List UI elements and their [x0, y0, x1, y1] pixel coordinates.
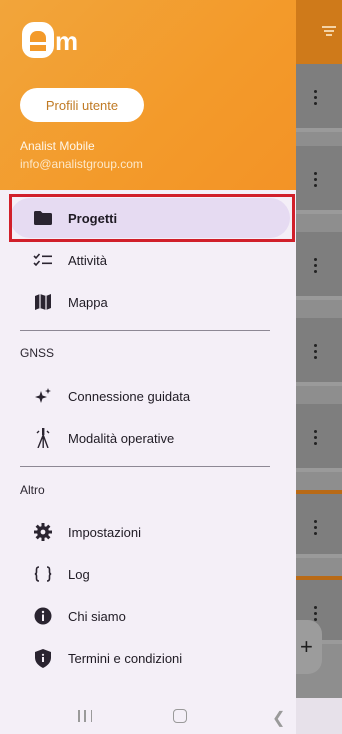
section-divider: [20, 330, 270, 331]
background-card: [296, 64, 342, 132]
more-vert-icon: [314, 520, 318, 536]
background-card: [296, 232, 342, 300]
more-vert-icon: [314, 606, 318, 622]
menu-item-label: Log: [68, 566, 90, 582]
more-vert-icon: [314, 430, 318, 446]
menu-item-label: Termini e condizioni: [68, 650, 183, 666]
menu-item-mappa[interactable]: Mappa: [10, 282, 290, 322]
background-card: [296, 404, 342, 472]
menu-item-connessione-guidata[interactable]: Connessione guidata: [10, 376, 290, 416]
menu-item-attivita[interactable]: Attività: [10, 240, 290, 280]
menu-item-label: Attività: [68, 252, 108, 268]
menu-item-chi-siamo[interactable]: Chi siamo: [10, 596, 290, 636]
checklist-icon: [32, 249, 54, 271]
menu-item-modalita-operative[interactable]: Modalità operative: [10, 418, 290, 458]
more-vert-icon: [314, 258, 318, 274]
menu-item-label: Impostazioni: [68, 524, 141, 540]
user-email: info@analistgroup.com: [20, 157, 143, 171]
app-logo: m: [22, 22, 86, 66]
background-card: [296, 318, 342, 386]
background-top-bar: [296, 0, 342, 64]
map-icon: [32, 291, 54, 313]
background-card: [296, 146, 342, 214]
drawer-header: m Profili utente Analist Mobile info@ana…: [0, 0, 296, 190]
background-card: [296, 490, 342, 558]
code-braces-icon: [32, 563, 54, 585]
info-icon: [32, 605, 54, 627]
more-vert-icon: [314, 172, 318, 188]
shield-icon: [32, 647, 54, 669]
more-vert-icon: [314, 344, 318, 360]
plus-icon: +: [300, 634, 313, 659]
filter-icon[interactable]: [322, 26, 336, 36]
user-name: Analist Mobile: [20, 139, 95, 153]
recents-button[interactable]: [78, 710, 92, 722]
section-title-gnss: GNSS: [20, 346, 55, 360]
navigation-drawer: m Profili utente Analist Mobile info@ana…: [0, 0, 296, 698]
survey-pole-icon: [32, 427, 54, 449]
add-fab-button[interactable]: +: [296, 620, 322, 674]
menu-item-label: Connessione guidata: [68, 388, 191, 404]
sparkle-icon: [32, 385, 54, 407]
section-divider: [20, 466, 270, 467]
menu-item-label: Modalità operative: [68, 430, 175, 446]
system-navigation-bar: ❮: [0, 698, 342, 734]
menu-item-label: Mappa: [68, 294, 108, 310]
selection-highlight: [9, 194, 295, 242]
gear-icon: [32, 521, 54, 543]
menu-item-log[interactable]: Log: [10, 554, 290, 594]
menu-item-termini-condizioni[interactable]: Termini e condizioni: [10, 638, 290, 678]
menu-item-label: Chi siamo: [68, 608, 126, 624]
background-app: +: [296, 0, 342, 734]
more-vert-icon: [314, 90, 318, 106]
logo-mark: [22, 22, 54, 58]
back-button[interactable]: ❮: [272, 708, 285, 728]
user-profiles-button[interactable]: Profili utente: [20, 88, 144, 122]
home-button[interactable]: [173, 709, 187, 723]
section-title-altro: Altro: [20, 483, 45, 497]
logo-text: m: [55, 26, 78, 56]
menu-item-impostazioni[interactable]: Impostazioni: [10, 512, 290, 552]
